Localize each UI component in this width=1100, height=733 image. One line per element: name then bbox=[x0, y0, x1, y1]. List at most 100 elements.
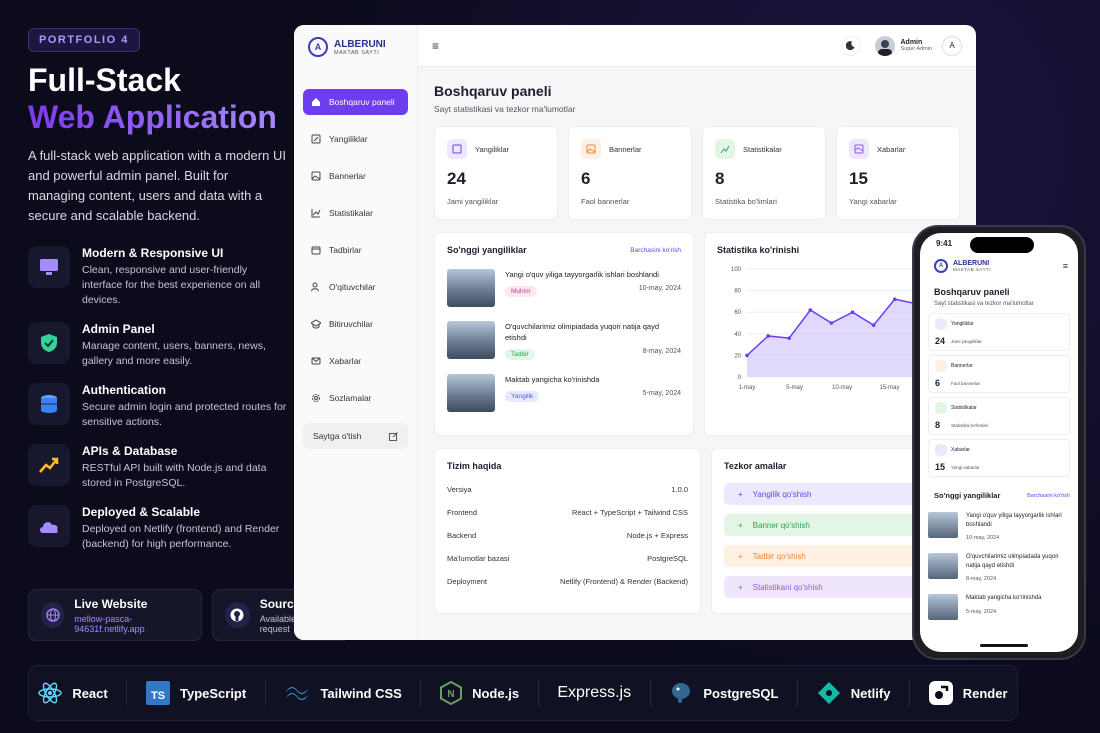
chart-point bbox=[892, 297, 897, 302]
feature-title: APIs & Database bbox=[82, 444, 178, 458]
dashboard-window: A ALBERUNI MAKTAB SAYTI Boshqaruv paneli … bbox=[294, 25, 976, 640]
news-thumbnail bbox=[447, 321, 495, 359]
view-all-link[interactable]: Barchasini ko'rish bbox=[630, 247, 681, 254]
row-news-chart: So'nggi yangiliklar Barchasini ko'rish Ya… bbox=[434, 232, 960, 436]
cloud-icon bbox=[28, 505, 70, 547]
user-initial-badge[interactable]: A bbox=[942, 35, 962, 56]
bar-chart-icon bbox=[311, 209, 321, 218]
news-item[interactable]: Yangi o'quv yiliga tayyorgarlik ishlari … bbox=[447, 269, 681, 307]
news-thumbnail bbox=[928, 594, 958, 620]
topbar: ≡ Admin Super Admin A bbox=[418, 25, 976, 67]
main-content: Boshqaruv paneli Sayt statistikasi va te… bbox=[418, 67, 976, 640]
school-logo-icon: A bbox=[308, 37, 328, 57]
stat-card-news[interactable]: Yangiliklar 24 Jami yangiliklar bbox=[434, 126, 558, 220]
feature-item: APIs & Database RESTful API built with No… bbox=[28, 444, 288, 491]
menu-icon[interactable]: ≡ bbox=[432, 39, 439, 53]
shield-check-icon bbox=[28, 322, 70, 364]
sidebar-item-banners[interactable]: Bannerlar bbox=[303, 163, 408, 189]
feature-desc: Secure admin login and protected routes … bbox=[82, 401, 287, 428]
recent-news-panel: So'nggi yangiliklar Barchasini ko'rish Ya… bbox=[434, 232, 694, 436]
news-item[interactable]: O'quvchilarimiz olimpiadada yuqori natij… bbox=[447, 321, 681, 360]
phone-stat-card[interactable]: Statistikalar 8 Statistika bo'limlari bbox=[928, 397, 1070, 435]
headline-line-1: Full-Stack bbox=[28, 62, 181, 98]
chart-y-tick-label: 40 bbox=[734, 332, 741, 338]
intro-text: A full-stack web application with a mode… bbox=[28, 148, 286, 223]
feature-item: Authentication Secure admin login and pro… bbox=[28, 383, 288, 430]
chart-x-tick-label: 5-may bbox=[786, 385, 803, 391]
live-website-card[interactable]: Live Website mellow-pasca-94631f.netlify.… bbox=[28, 589, 202, 641]
phone-stat-card[interactable]: Xabarlar 15 Yangi xabarlar bbox=[928, 439, 1070, 477]
chart-y-tick-label: 60 bbox=[734, 310, 741, 316]
phone-news-item[interactable]: Maktab yangicha ko'rinishda 5-may, 2024 bbox=[928, 594, 1070, 620]
phone-stat-card[interactable]: Bannerlar 6 Faol bannerlar bbox=[928, 355, 1070, 393]
sidebar-item-settings[interactable]: Sozlamalar bbox=[303, 385, 408, 411]
user-menu[interactable]: Admin Super Admin A bbox=[874, 35, 962, 56]
monitor-icon bbox=[28, 246, 70, 288]
tech-express: Express.js bbox=[557, 684, 632, 701]
stat-card-banners[interactable]: Bannerlar 6 Faol bannerlar bbox=[568, 126, 692, 220]
chart-point bbox=[745, 353, 749, 358]
chart-y-tick-label: 0 bbox=[738, 375, 742, 381]
stat-card-messages[interactable]: Xabarlar 15 Yangi xabarlar bbox=[836, 126, 960, 220]
edit-icon bbox=[311, 134, 321, 144]
tech-nodejs: N Node.js bbox=[440, 681, 519, 705]
database-icon bbox=[28, 383, 70, 425]
sidebar-item-graduates[interactable]: Bitiruvchilar bbox=[303, 311, 408, 337]
news-thumbnail bbox=[447, 269, 495, 307]
chart-x-tick-label: 1-may bbox=[739, 385, 756, 391]
phone-stat-card[interactable]: Yangiliklar 24 Jami yangiliklar bbox=[928, 313, 1070, 351]
stat-card-statistics[interactable]: Statistikalar 8 Statistika bo'limlari bbox=[702, 126, 826, 220]
chart-x-tick-label: 15-may bbox=[879, 385, 899, 391]
sidebar-item-statistics[interactable]: Statistikalar bbox=[303, 200, 408, 226]
netlify-icon bbox=[817, 682, 840, 704]
mail-icon bbox=[311, 357, 321, 365]
site-logo[interactable]: A ALBERUNI MAKTAB SAYTI bbox=[294, 25, 417, 57]
dark-mode-toggle[interactable] bbox=[840, 35, 861, 56]
sidebar-item-news[interactable]: Yangiliklar bbox=[303, 126, 408, 152]
goto-site-button[interactable]: Saytga o'tish bbox=[303, 423, 408, 449]
system-info-row: Frontend React + TypeScript + Tailwind CS… bbox=[447, 508, 688, 517]
gear-icon bbox=[312, 394, 320, 402]
feature-title: Authentication bbox=[82, 383, 166, 397]
chart-point bbox=[808, 308, 813, 312]
sidebar: A ALBERUNI MAKTAB SAYTI Boshqaruv paneli … bbox=[294, 25, 418, 640]
portfolio-badge: PORTFOLIO 4 bbox=[28, 28, 140, 52]
phone-screen: 9:41 A ALBERUNI MAKTAB SAYTI ≡ Boshqaruv p… bbox=[920, 233, 1078, 652]
sidebar-item-messages[interactable]: Xabarlar bbox=[303, 348, 408, 374]
github-icon bbox=[225, 602, 250, 628]
moon-icon bbox=[846, 41, 855, 50]
intro-column: PORTFOLIO 4 Full-Stack Web Application A… bbox=[28, 28, 288, 552]
status-time: 9:41 bbox=[936, 239, 953, 248]
system-info-row: Deployment Netlify (Frontend) & Render (B… bbox=[447, 577, 688, 586]
live-website-url[interactable]: mellow-pasca-94631f.netlify.app bbox=[74, 614, 189, 634]
svg-text:N: N bbox=[447, 689, 454, 700]
menu-icon[interactable]: ≡ bbox=[1063, 261, 1068, 271]
tech-stack-bar: React TS TypeScript Tailwind CSS N Node.js… bbox=[28, 665, 1018, 721]
sidebar-item-teachers[interactable]: O'qituvchilar bbox=[303, 274, 408, 300]
external-link-icon bbox=[389, 431, 398, 441]
chart-point bbox=[850, 310, 855, 314]
news-thumbnail bbox=[928, 512, 958, 538]
sidebar-item-dashboard[interactable]: Boshqaruv paneli bbox=[303, 89, 408, 115]
sidebar-nav: Boshqaruv paneli Yangiliklar Bannerlar S… bbox=[294, 89, 417, 411]
phone-news-item[interactable]: Yangi o'quv yiliga tayyorgarlik ishlari … bbox=[928, 512, 1070, 541]
chart-x-tick-label: 10-may bbox=[832, 385, 852, 391]
sidebar-item-events[interactable]: Tadbirlar bbox=[303, 237, 408, 263]
news-item[interactable]: Maktab yangicha ko'rinishda Yangilik 5-may… bbox=[447, 374, 681, 412]
feature-item: Admin Panel Manage content, users, banner… bbox=[28, 322, 288, 369]
phone-news-item[interactable]: O'quvchilarimiz olimpiadada yuqori natij… bbox=[928, 553, 1070, 582]
phone-mockup: 9:41 A ALBERUNI MAKTAB SAYTI ≡ Boshqaruv p… bbox=[912, 225, 1086, 660]
image-icon bbox=[311, 171, 321, 181]
page-subtitle: Sayt statistikasi va tezkor ma'lumotlar bbox=[434, 104, 576, 114]
phone-news-header: So'nggi yangiliklar Barchasini ko'rish bbox=[934, 491, 1070, 500]
tailwind-icon bbox=[286, 687, 309, 700]
avatar bbox=[874, 35, 895, 56]
chart-y-tick-label: 20 bbox=[734, 353, 741, 359]
tech-netlify: Netlify bbox=[817, 681, 890, 705]
chart-point bbox=[766, 334, 770, 338]
typescript-icon: TS bbox=[145, 681, 170, 705]
tech-tailwind: Tailwind CSS bbox=[284, 685, 402, 701]
stat-cards: Yangiliklar 24 Jami yangiliklar Bannerlar 6… bbox=[434, 126, 960, 220]
headline-line-2: Web Application bbox=[28, 98, 288, 136]
school-logo-icon: A bbox=[934, 259, 948, 273]
